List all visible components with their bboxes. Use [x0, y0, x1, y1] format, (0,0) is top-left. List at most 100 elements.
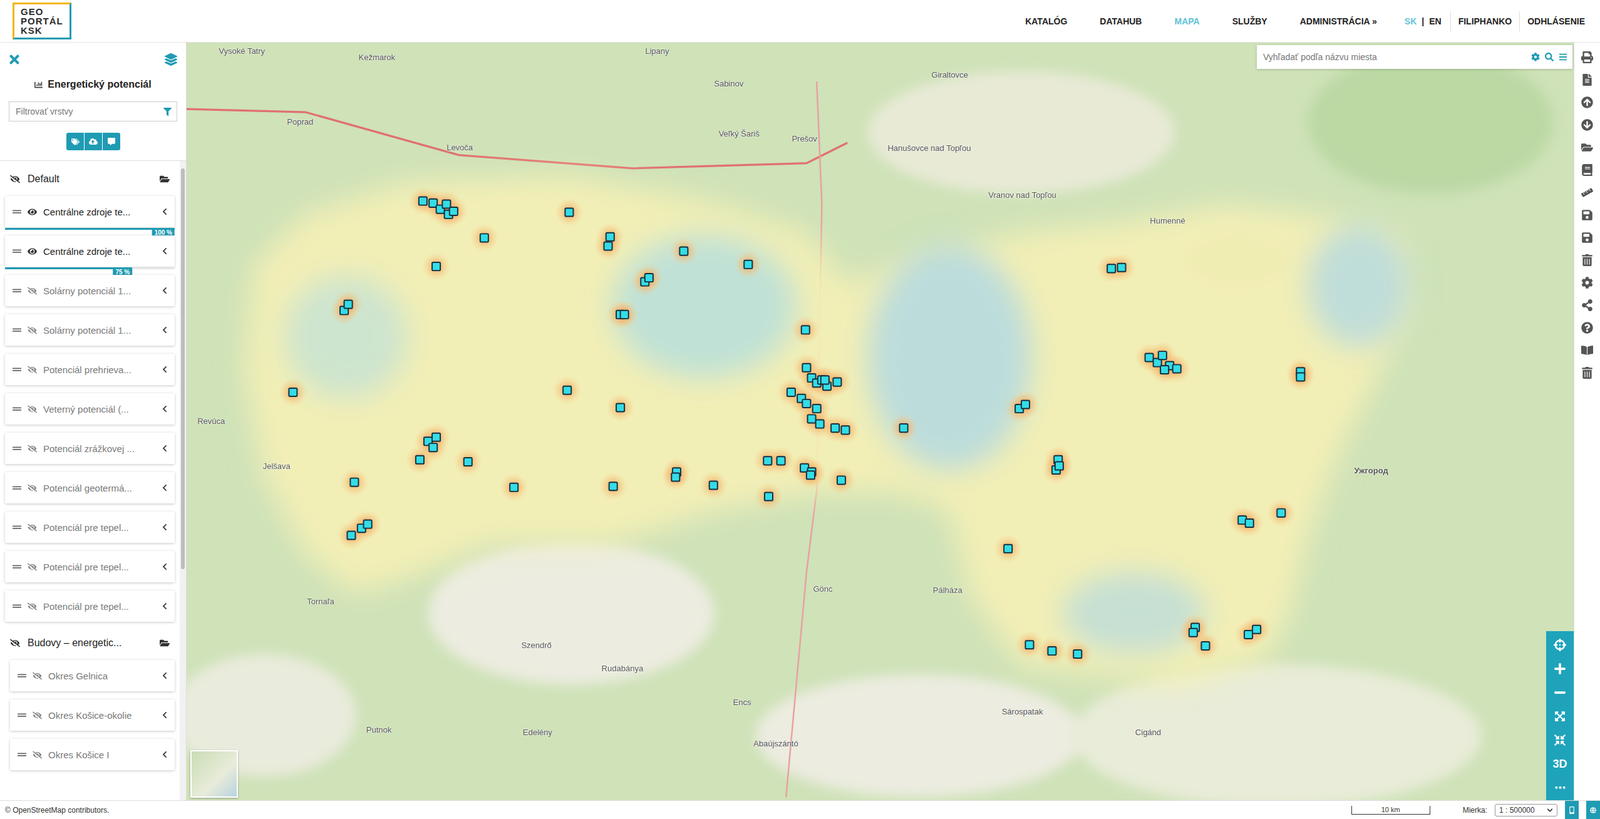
- nav-item[interactable]: KATALÓG: [1025, 16, 1068, 27]
- eye-off-icon[interactable]: [27, 286, 37, 296]
- eye-off-icon[interactable]: [27, 562, 37, 572]
- drag-handle-icon[interactable]: [12, 522, 22, 532]
- layer-item[interactable]: Solárny potenciál 1...: [5, 274, 175, 307]
- tool-button[interactable]: [1579, 252, 1595, 268]
- map-marker[interactable]: [1055, 462, 1064, 471]
- map-marker[interactable]: [1047, 646, 1056, 656]
- drag-handle-icon[interactable]: [12, 286, 22, 295]
- drag-handle-icon[interactable]: [12, 443, 22, 453]
- layer-item[interactable]: Veterný potenciál (...: [5, 393, 175, 425]
- eye-off-icon[interactable]: [10, 638, 21, 649]
- language-option[interactable]: SK: [1404, 16, 1417, 27]
- map-marker[interactable]: [509, 483, 518, 492]
- chevron-left-icon[interactable]: [160, 444, 169, 453]
- filter-icon[interactable]: [163, 107, 172, 116]
- map-marker[interactable]: [645, 273, 654, 282]
- map-marker[interactable]: [1107, 264, 1116, 273]
- map-marker[interactable]: [616, 403, 625, 412]
- fullscreen-button[interactable]: [1546, 730, 1574, 751]
- filter-input[interactable]: [14, 105, 164, 118]
- map-marker[interactable]: [1025, 640, 1034, 649]
- globe-button[interactable]: [1586, 800, 1600, 819]
- eye-off-icon[interactable]: [32, 710, 42, 721]
- map-marker[interactable]: [344, 299, 353, 309]
- eye-off-icon[interactable]: [27, 325, 37, 336]
- map-marker[interactable]: [820, 375, 830, 384]
- map-marker[interactable]: [418, 197, 428, 206]
- map-marker[interactable]: [830, 423, 840, 433]
- map-marker[interactable]: [801, 325, 810, 334]
- eye-off-icon[interactable]: [32, 671, 42, 681]
- search-input[interactable]: [1261, 51, 1527, 63]
- settings-icon[interactable]: [1531, 52, 1540, 62]
- layer-item[interactable]: Potenciál pre tepel...: [5, 551, 175, 583]
- logout-button[interactable]: ODHLÁSENIE: [1519, 11, 1593, 32]
- tool-button[interactable]: [1579, 207, 1595, 223]
- eye-icon[interactable]: [27, 246, 37, 257]
- map-marker[interactable]: [1244, 630, 1253, 639]
- logo[interactable]: GEOPORTÁLKSK: [12, 2, 72, 40]
- map-marker[interactable]: [562, 386, 572, 395]
- map-marker[interactable]: [350, 478, 359, 487]
- group-header[interactable]: Default: [0, 165, 180, 193]
- chevron-left-icon[interactable]: [160, 365, 169, 374]
- tool-button[interactable]: [1579, 343, 1595, 358]
- map-marker[interactable]: [802, 363, 811, 372]
- chevron-left-icon[interactable]: [160, 750, 169, 759]
- map-marker[interactable]: [432, 262, 441, 271]
- tool-button[interactable]: [1579, 95, 1595, 110]
- language-option[interactable]: EN: [1429, 16, 1441, 27]
- eye-off-icon[interactable]: [10, 174, 21, 185]
- eye-off-icon[interactable]: [27, 365, 37, 375]
- map-marker[interactable]: [807, 414, 816, 423]
- group-header[interactable]: Budovy – energetic...: [0, 629, 180, 657]
- tool-button[interactable]: [1579, 162, 1595, 178]
- chevron-left-icon[interactable]: [160, 326, 169, 334]
- filter-field[interactable]: [8, 101, 178, 122]
- tool-button[interactable]: [1579, 50, 1595, 65]
- drag-handle-icon[interactable]: [12, 483, 22, 493]
- menu-icon[interactable]: [1558, 52, 1568, 62]
- map-marker[interactable]: [1073, 650, 1082, 659]
- eye-off-icon[interactable]: [27, 522, 37, 533]
- chevron-left-icon[interactable]: [160, 484, 169, 492]
- eye-icon[interactable]: [27, 207, 37, 217]
- add-layer-button[interactable]: [66, 132, 84, 151]
- map-mode-button[interactable]: 3D: [1546, 753, 1574, 775]
- map-marker[interactable]: [763, 456, 772, 465]
- layer-item[interactable]: Okres Košice I: [10, 738, 175, 771]
- opacity-slider[interactable]: 100 %: [5, 227, 175, 230]
- import-button[interactable]: [84, 132, 103, 151]
- tool-button[interactable]: [1579, 275, 1595, 290]
- tool-button[interactable]: [1579, 230, 1595, 245]
- place-search[interactable]: [1256, 45, 1573, 69]
- chevron-left-icon[interactable]: [160, 207, 169, 216]
- layer-item[interactable]: Potenciál pre tepel...: [5, 590, 175, 622]
- map-marker[interactable]: [449, 207, 458, 216]
- locate-button[interactable]: [1546, 634, 1574, 656]
- drag-handle-icon[interactable]: [12, 207, 22, 217]
- drag-handle-icon[interactable]: [12, 365, 22, 374]
- drag-handle-icon[interactable]: [17, 671, 27, 681]
- map-marker[interactable]: [1160, 365, 1169, 374]
- map-marker[interactable]: [1172, 364, 1182, 373]
- map-marker[interactable]: [346, 531, 356, 540]
- opacity-slider[interactable]: 75 %: [5, 267, 175, 270]
- nav-item[interactable]: DATAHUB: [1099, 16, 1142, 27]
- tool-button[interactable]: [1579, 140, 1595, 155]
- map-marker[interactable]: [415, 455, 424, 465]
- drag-handle-icon[interactable]: [12, 246, 22, 256]
- map-marker[interactable]: [899, 423, 909, 433]
- chevron-left-icon[interactable]: [160, 523, 169, 532]
- zoom-out-button[interactable]: [1546, 682, 1574, 703]
- map-marker[interactable]: [480, 233, 489, 242]
- drag-handle-icon[interactable]: [12, 325, 22, 335]
- map-marker[interactable]: [1189, 628, 1198, 637]
- chevron-left-icon[interactable]: [160, 405, 169, 413]
- layers-button[interactable]: [163, 51, 179, 68]
- overview-map[interactable]: [190, 750, 238, 798]
- map-marker[interactable]: [288, 388, 297, 397]
- map-marker[interactable]: [620, 310, 629, 319]
- drag-handle-icon[interactable]: [17, 710, 27, 720]
- close-button[interactable]: [6, 51, 23, 68]
